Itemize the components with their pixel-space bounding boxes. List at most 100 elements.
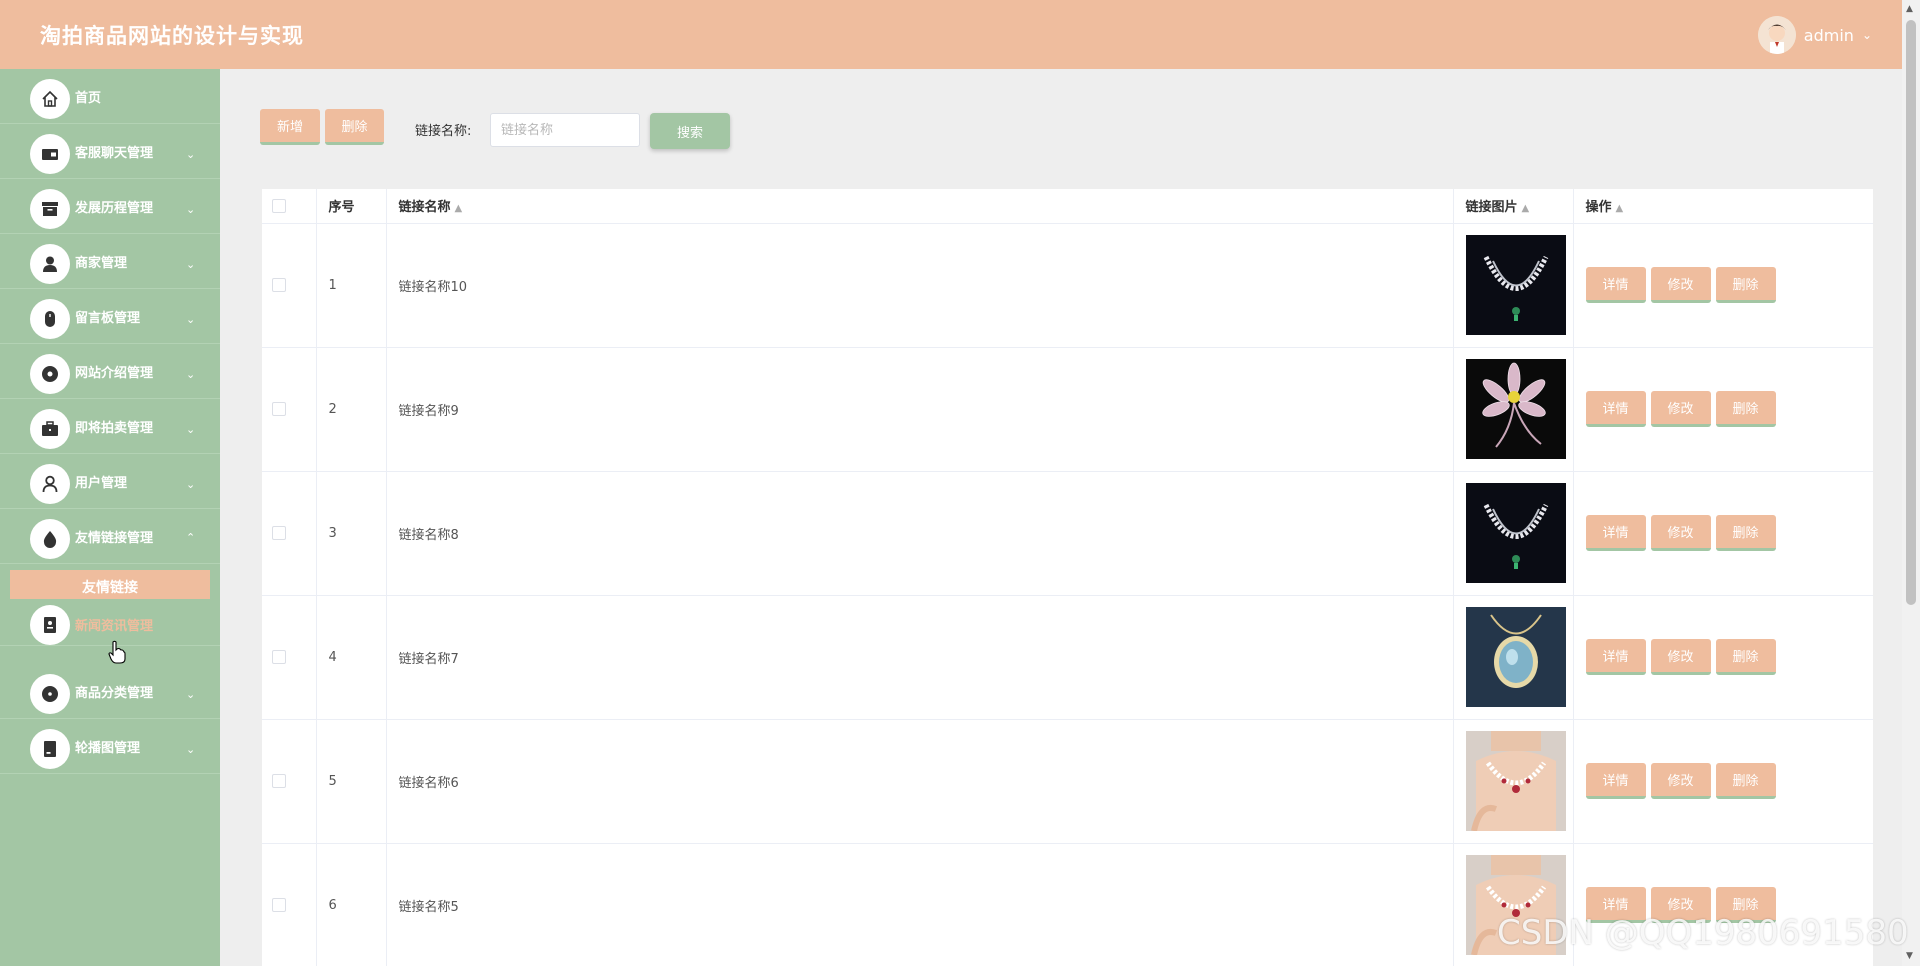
sidebar-item-label: 留言板管理: [75, 310, 141, 326]
row-delete-button[interactable]: 删除: [1715, 763, 1776, 799]
add-button[interactable]: 新增: [260, 109, 320, 145]
sidebar-item-users[interactable]: 用户管理 ⌄: [0, 454, 220, 509]
sidebar: 首页 客服聊天管理 ⌄ 发展历程管理 ⌄ 商家管理 ⌄ 留言板管理 ⌄ 网站介绍…: [0, 69, 220, 966]
top-header: 淘拍商品网站的设计与实现 admin ⌄: [0, 0, 1902, 69]
sort-icon[interactable]: ▲︎: [1522, 203, 1530, 214]
sidebar-item-home[interactable]: 首页: [0, 69, 220, 124]
row-checkbox-cell: [262, 223, 317, 348]
chevron-down-icon: ⌄: [186, 148, 196, 161]
row-checkbox-cell: [262, 347, 317, 472]
column-header-image[interactable]: 链接图片 ▲︎: [1453, 189, 1574, 224]
chevron-down-icon: ⌄: [186, 743, 196, 756]
table-row: 3 链接名称8 详情 修改 删除: [262, 471, 1873, 596]
sidebar-item-site-intro[interactable]: 网站介绍管理 ⌄: [0, 344, 220, 399]
sidebar-item-upcoming-auction[interactable]: 即将拍卖管理 ⌄: [0, 399, 220, 454]
sidebar-item-history[interactable]: 发展历程管理 ⌄: [0, 179, 220, 234]
detail-button[interactable]: 详情: [1585, 267, 1646, 303]
sidebar-item-label: 商品分类管理: [75, 685, 154, 701]
drop-icon: [30, 519, 70, 559]
row-checkbox[interactable]: [272, 526, 286, 540]
detail-button[interactable]: 详情: [1585, 639, 1646, 675]
edit-button[interactable]: 修改: [1650, 639, 1711, 675]
row-number: 1: [316, 223, 387, 348]
scroll-up-arrow-icon[interactable]: ▲: [1906, 4, 1913, 14]
column-header-name[interactable]: 链接名称 ▲︎: [386, 189, 1454, 224]
edit-button[interactable]: 修改: [1650, 763, 1711, 799]
link-image: [1465, 731, 1573, 831]
row-checkbox[interactable]: [272, 402, 286, 416]
sidebar-item-label: 用户管理: [75, 475, 128, 491]
row-checkbox[interactable]: [272, 650, 286, 664]
row-number: 3: [316, 471, 387, 596]
table-row: 2 链接名称9 详情 修改 删除: [262, 347, 1873, 472]
detail-button[interactable]: 详情: [1585, 391, 1646, 427]
row-checkbox[interactable]: [272, 278, 286, 292]
row-actions: 详情 修改 删除: [1573, 595, 1873, 720]
chevron-down-icon[interactable]: ⌄: [1862, 28, 1872, 42]
column-header-label: 操作: [1585, 200, 1612, 216]
row-checkbox-cell: [262, 471, 317, 596]
search-button[interactable]: 搜索: [650, 113, 730, 149]
row-checkbox-cell: [262, 595, 317, 720]
detail-button[interactable]: 详情: [1585, 515, 1646, 551]
row-delete-button[interactable]: 删除: [1715, 391, 1776, 427]
sidebar-item-chat[interactable]: 客服聊天管理 ⌄: [0, 124, 220, 179]
person-icon: [30, 244, 70, 284]
column-header-no: 序号: [316, 189, 387, 224]
sort-icon[interactable]: ▲︎: [455, 203, 463, 214]
row-delete-button[interactable]: 删除: [1715, 639, 1776, 675]
row-checkbox[interactable]: [272, 774, 286, 788]
edit-button[interactable]: 修改: [1650, 267, 1711, 303]
user-menu[interactable]: admin ⌄: [1757, 16, 1872, 54]
table-row: 4 链接名称7 详情 修改 删除: [262, 595, 1873, 720]
row-checkbox[interactable]: [272, 898, 286, 912]
username[interactable]: admin: [1804, 26, 1854, 45]
row-number: 6: [316, 843, 387, 966]
link-image: [1465, 483, 1573, 583]
link-image: [1465, 235, 1573, 335]
chevron-down-icon: ⌄: [186, 203, 196, 216]
row-delete-button[interactable]: 删除: [1715, 267, 1776, 303]
column-header-actions[interactable]: 操作 ▲︎: [1573, 189, 1873, 224]
edit-button[interactable]: 修改: [1650, 391, 1711, 427]
sort-icon[interactable]: ▲︎: [1616, 203, 1624, 214]
sidebar-item-label: 网站介绍管理: [75, 365, 154, 381]
row-link-image-cell: [1453, 719, 1574, 844]
wallet-icon: [30, 134, 70, 174]
chevron-down-icon: ⌄: [186, 258, 196, 271]
sidebar-item-label: 商家管理: [75, 255, 128, 271]
row-link-name: 链接名称10: [386, 223, 1454, 348]
chevron-up-icon: ⌃: [186, 531, 196, 544]
row-actions: 详情 修改 删除: [1573, 471, 1873, 596]
row-number: 5: [316, 719, 387, 844]
page-scrollbar[interactable]: ▲ ▼: [1902, 0, 1920, 966]
row-delete-button[interactable]: 删除: [1715, 515, 1776, 551]
sidebar-item-message-board[interactable]: 留言板管理 ⌄: [0, 289, 220, 344]
link-image: [1465, 607, 1573, 707]
delete-button[interactable]: 删除: [325, 109, 384, 145]
row-link-image-cell: [1453, 223, 1574, 348]
search-input[interactable]: [490, 113, 640, 147]
detail-button[interactable]: 详情: [1585, 763, 1646, 799]
sidebar-item-merchant[interactable]: 商家管理 ⌄: [0, 234, 220, 289]
sidebar-item-friend-links[interactable]: 友情链接管理 ⌃: [0, 509, 220, 564]
submenu-item-friend-link[interactable]: 友情链接: [10, 570, 210, 599]
target-icon: [30, 674, 70, 714]
select-all-checkbox[interactable]: [272, 198, 286, 213]
sidebar-item-category[interactable]: 商品分类管理 ⌄: [0, 664, 220, 719]
edit-button[interactable]: 修改: [1650, 515, 1711, 551]
row-link-image-cell: [1453, 595, 1574, 720]
sidebar-item-label: 友情链接管理: [75, 530, 154, 546]
row-actions: 详情 修改 删除: [1573, 719, 1873, 844]
table-row: 5 链接名称6 详情 修改 删除: [262, 719, 1873, 844]
chevron-down-icon: ⌄: [186, 368, 196, 381]
disc-icon: [30, 354, 70, 394]
scroll-thumb[interactable]: [1906, 20, 1916, 605]
link-image: [1465, 359, 1573, 459]
home-icon: [30, 79, 70, 119]
sidebar-item-label: 即将拍卖管理: [75, 420, 154, 436]
search-label: 链接名称:: [415, 124, 472, 139]
row-link-name: 链接名称5: [386, 843, 1454, 966]
avatar[interactable]: [1757, 16, 1796, 54]
sidebar-item-carousel[interactable]: 轮播图管理 ⌄: [0, 719, 220, 774]
